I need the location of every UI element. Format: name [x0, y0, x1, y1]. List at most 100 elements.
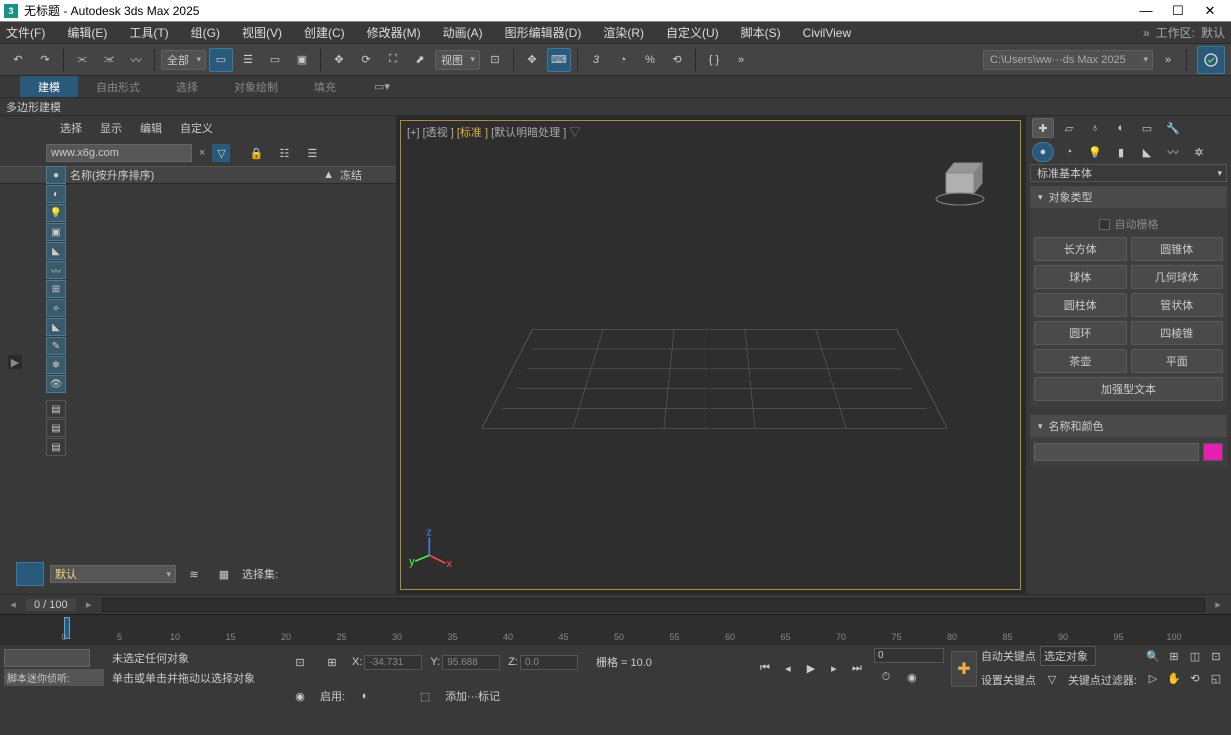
- btn-textplus[interactable]: 加强型文本: [1034, 377, 1223, 401]
- keyboard-shortcut-toggle[interactable]: ⌨: [547, 48, 571, 72]
- fov-icon[interactable]: ▷: [1143, 669, 1163, 687]
- filter-cameras-icon[interactable]: ▣: [46, 223, 66, 241]
- ribbon-tab-select[interactable]: 选择: [158, 76, 216, 97]
- layer-combo[interactable]: 默认: [50, 565, 176, 583]
- se-header-freeze[interactable]: 冻结: [340, 167, 396, 183]
- time-ruler[interactable]: 0510152025303540455055606570758085909510…: [0, 614, 1231, 644]
- next-frame-button[interactable]: ▸: [824, 660, 844, 678]
- filter-lights-icon[interactable]: 💡: [46, 204, 66, 222]
- rollup-object-type[interactable]: 对象类型: [1030, 186, 1227, 208]
- panel-collapse-button[interactable]: ▶: [8, 355, 22, 369]
- key-mode-icon[interactable]: ◉: [900, 665, 924, 689]
- goto-end-button[interactable]: ⏭: [847, 660, 867, 678]
- window-crossing-button[interactable]: ▣: [290, 48, 314, 72]
- workspace-combo[interactable]: 默认: [1201, 24, 1225, 41]
- modify-tab-button[interactable]: ▱: [1058, 118, 1080, 138]
- pivot-center-button[interactable]: ⊡: [483, 48, 507, 72]
- spacewarps-category-button[interactable]: 〰: [1162, 142, 1184, 162]
- btn-pyramid[interactable]: 四棱锥: [1131, 321, 1224, 345]
- tree-view-icon[interactable]: ☷: [272, 141, 296, 165]
- viewcube[interactable]: [930, 151, 990, 211]
- tag-icon[interactable]: ⬚: [413, 684, 437, 708]
- btn-box[interactable]: 长方体: [1034, 237, 1127, 261]
- geometry-category-button[interactable]: ●: [1032, 142, 1054, 162]
- menu-create[interactable]: 创建(C): [304, 24, 345, 41]
- filter-groups-icon[interactable]: ⊞: [46, 280, 66, 298]
- se-header-name[interactable]: 名称(按升序排序): [70, 167, 317, 183]
- spinner-snap-button[interactable]: ⟲: [665, 48, 689, 72]
- display-tab-button[interactable]: ▭: [1136, 118, 1158, 138]
- set-key-button[interactable]: ✚: [951, 651, 977, 687]
- menu-animation[interactable]: 动画(A): [443, 24, 483, 41]
- btn-geosphere[interactable]: 几何球体: [1131, 265, 1224, 289]
- select-region-rect-icon[interactable]: ▭: [263, 48, 287, 72]
- btn-torus[interactable]: 圆环: [1034, 321, 1127, 345]
- btn-tube[interactable]: 管状体: [1131, 293, 1224, 317]
- subcategory-combo[interactable]: 标准基本体: [1030, 164, 1227, 182]
- se-search-input[interactable]: [46, 144, 192, 162]
- coord-x[interactable]: -34.731: [364, 655, 422, 670]
- lock-icon[interactable]: 🔒: [244, 141, 268, 165]
- btn-cone[interactable]: 圆锥体: [1131, 237, 1224, 261]
- rollup-name-color[interactable]: 名称和颜色: [1030, 415, 1227, 437]
- bind-spacewarp-button[interactable]: 〰: [124, 48, 148, 72]
- select-move-button[interactable]: ✥: [327, 48, 351, 72]
- link-button[interactable]: ⫘: [70, 48, 94, 72]
- filter-frozen-icon[interactable]: ❄: [46, 356, 66, 374]
- systems-category-button[interactable]: ✲: [1188, 142, 1210, 162]
- layer-swatch[interactable]: [16, 562, 44, 586]
- object-name-input[interactable]: [1034, 443, 1199, 461]
- se-menu-icon[interactable]: ▤: [46, 400, 66, 418]
- filter-icon[interactable]: ▽: [212, 144, 230, 162]
- ts-prev-icon[interactable]: ◂: [6, 598, 20, 611]
- prev-frame-button[interactable]: ◂: [778, 660, 798, 678]
- se-layers-icon[interactable]: ▤: [46, 419, 66, 437]
- curve-editor-button[interactable]: { }: [702, 48, 726, 72]
- cameras-category-button[interactable]: ▮: [1110, 142, 1132, 162]
- material-preview[interactable]: [4, 649, 90, 667]
- selection-filter-combo[interactable]: 全部: [161, 50, 206, 70]
- time-track[interactable]: [102, 598, 1205, 612]
- current-frame-input[interactable]: 0: [874, 648, 944, 663]
- play-button[interactable]: ▶: [801, 660, 821, 678]
- filter-shapes-icon[interactable]: ◐: [46, 185, 66, 203]
- enable-toggle-icon[interactable]: ◐: [353, 684, 377, 708]
- menu-script[interactable]: 脚本(S): [741, 24, 781, 41]
- render-setup-button[interactable]: [1197, 46, 1225, 74]
- orbit-icon[interactable]: ⟲: [1185, 669, 1205, 687]
- select-object-button[interactable]: ▭: [209, 48, 233, 72]
- viewport-perspective[interactable]: [+] [透视 ] [标准 ] [默认明暗处理 ] ▽ z: [400, 120, 1021, 590]
- se-tab-edit[interactable]: 编辑: [140, 120, 162, 136]
- menu-views[interactable]: 视图(V): [242, 24, 282, 41]
- filter-visible-icon[interactable]: 👁: [46, 375, 66, 393]
- key-target-combo[interactable]: 选定对象: [1040, 646, 1096, 666]
- menu-tools[interactable]: 工具(T): [129, 24, 168, 41]
- undo-button[interactable]: ↶: [6, 48, 30, 72]
- menu-group[interactable]: 组(G): [191, 24, 220, 41]
- btn-cylinder[interactable]: 圆柱体: [1034, 293, 1127, 317]
- time-slider[interactable]: ◂ 0 / 100 ▸ ▸: [0, 594, 1231, 614]
- unlink-button[interactable]: ⫘̷: [97, 48, 121, 72]
- menu-graph[interactable]: 图形编辑器(D): [505, 24, 582, 41]
- filter-containers-icon[interactable]: ◣: [46, 318, 66, 336]
- motion-tab-button[interactable]: ◐: [1110, 118, 1132, 138]
- ribbon-tab-objpaint[interactable]: 对象绘制: [216, 76, 296, 97]
- ribbon-tab-freeform[interactable]: 自由形式: [78, 76, 158, 97]
- minimize-button[interactable]: —: [1139, 3, 1153, 18]
- select-rotate-button[interactable]: ⟳: [354, 48, 378, 72]
- lights-category-button[interactable]: 💡: [1084, 142, 1106, 162]
- coord-y[interactable]: 95.688: [442, 655, 500, 670]
- se-more-icon[interactable]: ▤: [46, 438, 66, 456]
- btn-teapot[interactable]: 茶壶: [1034, 349, 1127, 373]
- toolbar-overflow-icon[interactable]: »: [1156, 48, 1180, 72]
- time-config-icon[interactable]: ⏱: [874, 665, 898, 689]
- helpers-category-button[interactable]: ◣: [1136, 142, 1158, 162]
- btn-sphere[interactable]: 球体: [1034, 265, 1127, 289]
- angle-snap-button[interactable]: ◔: [611, 48, 635, 72]
- ribbon-tab-populate[interactable]: 填充: [296, 76, 354, 97]
- snap-toggle-3[interactable]: 3: [584, 48, 608, 72]
- redo-button[interactable]: ↷: [33, 48, 57, 72]
- menu-custom[interactable]: 自定义(U): [666, 24, 719, 41]
- create-tab-button[interactable]: ✚: [1032, 118, 1054, 138]
- add-marker-label[interactable]: 添加···标记: [445, 688, 500, 704]
